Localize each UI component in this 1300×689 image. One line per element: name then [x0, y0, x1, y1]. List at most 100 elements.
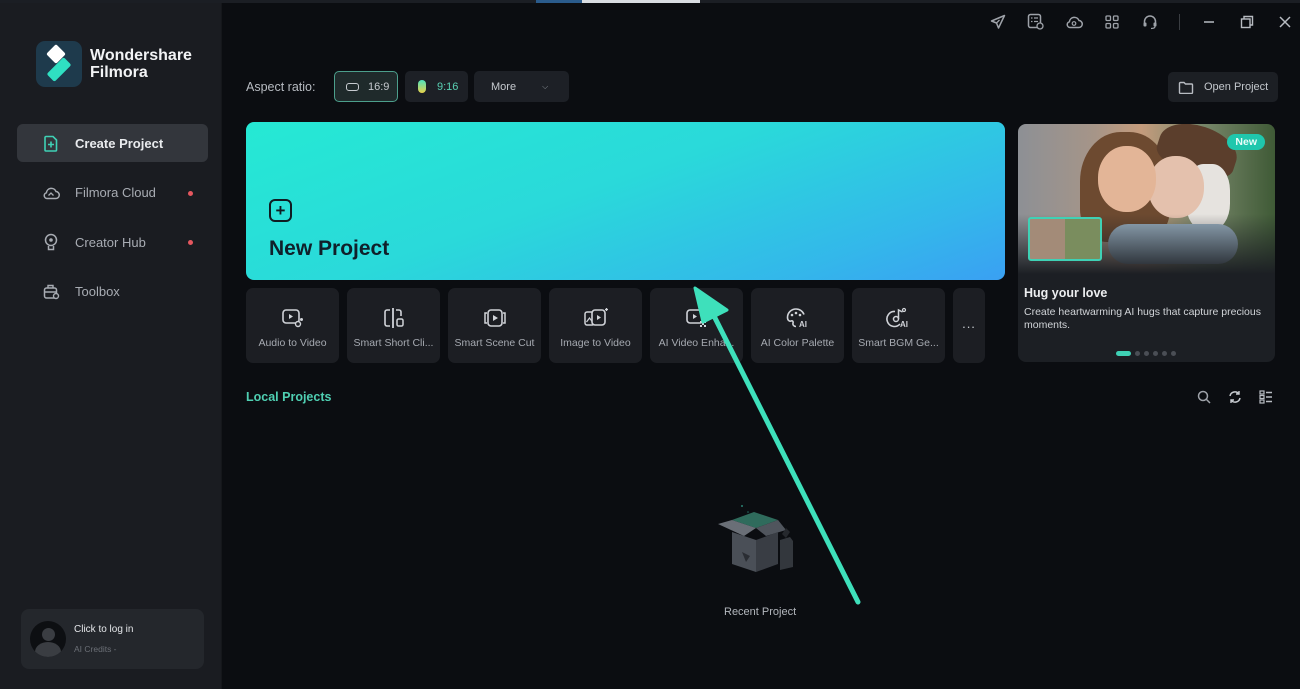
smart-scene-cut-icon	[483, 306, 507, 330]
carousel-dots	[1116, 351, 1180, 356]
sidebar-item-filmora-cloud[interactable]: Filmora Cloud	[17, 174, 208, 212]
login-title: Click to log in	[74, 624, 134, 635]
sidebar: Wondershare Filmora Create Project Filmo…	[0, 3, 222, 689]
folder-icon	[1178, 81, 1194, 94]
open-project-label: Open Project	[1204, 81, 1269, 93]
tool-ai-color-palette[interactable]: AI AI Color Palette	[751, 288, 844, 363]
aspect-more-dropdown[interactable]: More ⌵	[474, 71, 569, 102]
carousel-dot[interactable]	[1144, 351, 1149, 356]
local-projects-actions	[1196, 389, 1289, 405]
aspect-ratio-label: Aspect ratio:	[246, 80, 316, 94]
search-icon[interactable]	[1196, 389, 1212, 405]
task-list-icon[interactable]	[1026, 12, 1045, 31]
ai-video-enhancer-icon	[685, 306, 709, 330]
filmora-logo-icon	[36, 41, 82, 87]
svg-text:AI: AI	[799, 320, 807, 329]
brand-line-1: Wondershare	[90, 47, 192, 64]
tool-ai-video-enhancer[interactable]: AI Video Enha...	[650, 288, 743, 363]
more-dots-icon: ...	[962, 316, 976, 331]
landscape-ratio-icon	[346, 82, 359, 91]
open-project-button[interactable]: Open Project	[1168, 72, 1278, 102]
aspect-option-label: 9:16	[437, 80, 459, 93]
tool-smart-short-clip[interactable]: Smart Short Cli...	[347, 288, 440, 363]
tool-audio-to-video[interactable]: Audio to Video	[246, 288, 339, 363]
avatar	[30, 621, 66, 657]
notification-dot	[188, 240, 193, 245]
titlebar-divider	[1179, 13, 1180, 30]
carousel-dot-active[interactable]	[1116, 351, 1131, 356]
top-strip-segment	[582, 0, 700, 3]
list-view-icon[interactable]	[1258, 389, 1274, 405]
promo-title: Hug your love	[1024, 286, 1108, 300]
portrait-ratio-icon	[418, 80, 426, 93]
smart-bgm-icon: AI	[885, 306, 912, 330]
more-tools-button[interactable]: ...	[953, 288, 985, 363]
recent-project-label: Recent Project	[724, 606, 797, 618]
chevron-down-icon: ⌵	[542, 81, 549, 91]
sidebar-item-label: Toolbox	[75, 284, 120, 299]
tool-label: AI Video Enha...	[658, 337, 735, 349]
sidebar-item-toolbox[interactable]: Toolbox	[17, 273, 208, 311]
brand: Wondershare Filmora	[36, 41, 192, 87]
close-icon[interactable]	[1275, 12, 1294, 31]
cloud-upload-icon[interactable]	[1064, 12, 1083, 31]
aspect-option-label: 16:9	[368, 80, 390, 93]
carousel-dot[interactable]	[1162, 351, 1167, 356]
promo-thumbnail	[1028, 217, 1102, 261]
tool-label: Audio to Video	[258, 337, 327, 349]
sidebar-item-label: Creator Hub	[75, 234, 146, 250]
toolbox-icon	[42, 283, 60, 301]
empty-box-icon	[712, 500, 812, 585]
sidebar-item-label: Filmora Cloud	[75, 185, 156, 200]
quick-tools: Audio to Video Smart Short Cli... Smart …	[246, 288, 993, 363]
aspect-9-16-button[interactable]: 9:16	[405, 71, 468, 102]
sidebar-item-label: Create Project	[75, 135, 164, 151]
new-project-title: New Project	[269, 237, 390, 260]
filmora-start-screen: Wondershare Filmora Create Project Filmo…	[0, 0, 1300, 689]
creator-hub-icon	[42, 233, 60, 251]
minimize-icon[interactable]	[1199, 12, 1218, 31]
tool-label: Smart Scene Cut	[454, 337, 535, 349]
promo-description: Create heartwarming AI hugs that capture…	[1024, 306, 1261, 331]
sidebar-item-create-project[interactable]: Create Project	[17, 124, 208, 162]
tool-label: Smart Short Cli...	[353, 337, 434, 349]
send-icon[interactable]	[988, 12, 1007, 31]
svg-text:AI: AI	[900, 320, 908, 329]
tool-smart-scene-cut[interactable]: Smart Scene Cut	[448, 288, 541, 363]
tool-label: AI Color Palette	[760, 337, 835, 349]
notification-dot	[188, 190, 193, 196]
restore-icon[interactable]	[1237, 12, 1256, 31]
ai-credits-label: AI Credits -	[74, 644, 117, 654]
promo-card[interactable]: New Hug your love Create heartwarming AI…	[1018, 124, 1275, 362]
refresh-icon[interactable]	[1227, 389, 1243, 405]
aspect-16-9-button[interactable]: 16:9	[334, 71, 398, 102]
login-text: Click to log in AI Credits -	[74, 624, 133, 654]
brand-line-2: Filmora	[90, 64, 148, 81]
new-badge: New	[1227, 134, 1265, 150]
smart-short-clip-icon	[382, 306, 406, 330]
login-card[interactable]: Click to log in AI Credits -	[21, 609, 204, 669]
tool-label: Image to Video	[560, 337, 631, 349]
ai-color-palette-icon: AI	[785, 306, 811, 330]
apps-grid-icon[interactable]	[1102, 12, 1121, 31]
sidebar-item-creator-hub[interactable]: Creator Hub	[17, 223, 208, 261]
carousel-dot[interactable]	[1135, 351, 1140, 356]
carousel-dot[interactable]	[1153, 351, 1158, 356]
top-strip-segment	[536, 0, 582, 3]
create-project-icon	[42, 134, 60, 152]
local-projects-title: Local Projects	[246, 390, 332, 404]
tool-label: Smart BGM Ge...	[858, 337, 939, 349]
new-project-button[interactable]: + New Project	[246, 122, 1005, 280]
tool-smart-bgm-generator[interactable]: AI Smart BGM Ge...	[852, 288, 945, 363]
headset-support-icon[interactable]	[1140, 12, 1159, 31]
more-label: More	[491, 80, 517, 93]
sidebar-nav: Create Project Filmora Cloud Creator Hub	[17, 124, 208, 322]
carousel-dot[interactable]	[1171, 351, 1176, 356]
audio-to-video-icon	[281, 306, 305, 330]
plus-square-icon: +	[269, 199, 292, 222]
cloud-icon	[42, 184, 60, 202]
brand-name: Wondershare Filmora	[90, 47, 192, 81]
titlebar-icons	[988, 12, 1300, 31]
tool-image-to-video[interactable]: Image to Video	[549, 288, 642, 363]
image-to-video-icon	[583, 306, 609, 330]
